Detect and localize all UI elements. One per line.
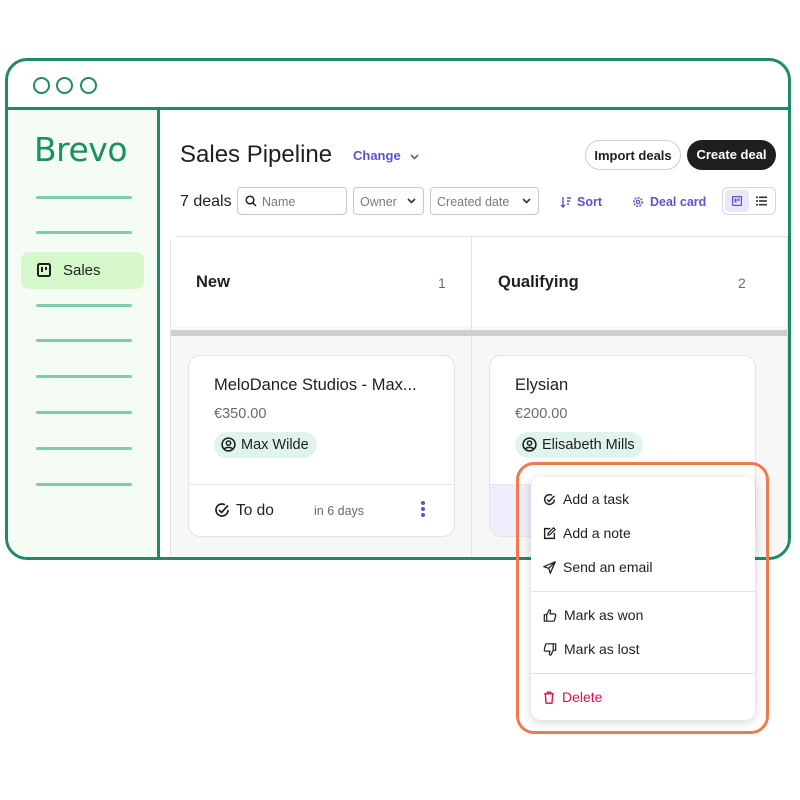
chevron-down-icon (410, 154, 419, 160)
menu-divider (531, 591, 755, 592)
menu-item-label: Send an email (563, 559, 653, 575)
brevo-logo: Brevo (34, 130, 128, 169)
created-date-filter[interactable]: Created date (430, 187, 539, 215)
more-options-icon[interactable] (421, 501, 427, 519)
window-titlebar (8, 61, 788, 110)
view-toggle (722, 187, 776, 215)
menu-divider (531, 673, 755, 674)
board-view-button[interactable] (725, 190, 749, 212)
deal-owner-badge[interactable]: Max Wilde (214, 432, 317, 458)
sidebar-item-label: Sales (63, 262, 101, 279)
trash-icon (544, 691, 554, 704)
column-header: Qualifying 2 (472, 237, 787, 327)
search-input[interactable]: Name (237, 187, 347, 215)
window-control-dot[interactable] (56, 77, 73, 94)
sidebar-placeholder-item[interactable] (36, 447, 132, 450)
owner-filter-label: Owner (360, 195, 397, 209)
thumbs-down-icon (543, 643, 557, 656)
window-control-dot[interactable] (33, 77, 50, 94)
menu-item-label: Mark as won (564, 607, 644, 623)
check-circle-icon (543, 493, 556, 506)
deal-amount: €350.00 (214, 406, 267, 422)
deal-title: MeloDance Studios - Max... (214, 376, 417, 394)
board-view-icon (732, 196, 742, 206)
task-due: in 6 days (314, 504, 365, 518)
column-count: 1 (438, 275, 446, 291)
column-header: New 1 (171, 237, 472, 327)
check-circle-icon (215, 503, 229, 517)
window-control-dot[interactable] (80, 77, 97, 94)
deal-card-label: Deal card (650, 195, 707, 209)
column-title: Qualifying (498, 273, 579, 291)
edit-note-icon (543, 526, 557, 540)
create-deal-button[interactable]: Create deal (687, 140, 776, 170)
menu-item-label: Add a note (563, 525, 631, 541)
menu-item-add-task[interactable]: Add a task (543, 491, 629, 507)
chevron-down-icon (522, 198, 531, 204)
menu-item-mark-lost[interactable]: Mark as lost (543, 641, 639, 657)
user-icon (221, 437, 236, 452)
menu-item-label: Add a task (563, 491, 630, 507)
deal-card-settings-button[interactable]: Deal card (632, 195, 706, 209)
board-icon (37, 263, 51, 277)
sidebar-item-sales[interactable]: Sales (21, 252, 144, 289)
sidebar-placeholder-item[interactable] (36, 375, 132, 378)
sort-button[interactable]: Sort (560, 195, 602, 209)
menu-item-label: Delete (562, 689, 603, 705)
task-status[interactable]: To do (214, 502, 274, 520)
search-placeholder: Name (262, 195, 296, 209)
deal-title: Elysian (515, 376, 569, 394)
sort-label: Sort (577, 195, 602, 209)
menu-item-add-note[interactable]: Add a note (543, 525, 631, 541)
menu-item-mark-won[interactable]: Mark as won (543, 607, 643, 623)
send-icon (543, 561, 556, 574)
menu-item-delete[interactable]: Delete (543, 689, 602, 705)
sidebar-placeholder-item[interactable] (36, 304, 132, 307)
thumbs-up-icon (543, 609, 557, 622)
sidebar-placeholder-item[interactable] (36, 483, 132, 486)
deal-context-menu: Add a task Add a note Send an email Mark… (531, 477, 755, 720)
change-label: Change (353, 148, 401, 163)
sidebar-placeholder-item[interactable] (36, 411, 132, 414)
sidebar-placeholder-item[interactable] (36, 231, 132, 234)
gear-icon (633, 197, 643, 207)
sort-icon (560, 197, 571, 208)
chevron-down-icon (407, 198, 416, 204)
column-divider (471, 327, 472, 557)
deals-count: 7 deals (180, 193, 232, 210)
deal-owner-badge[interactable]: Elisabeth Mills (515, 432, 643, 458)
deal-owner-name: Max Wilde (241, 437, 309, 453)
change-pipeline-button[interactable]: Change (353, 148, 419, 163)
deal-amount: €200.00 (515, 406, 568, 422)
user-icon (522, 437, 537, 452)
menu-item-label: Mark as lost (564, 641, 640, 657)
deal-card-footer: To do in 6 days (189, 484, 454, 536)
list-view-icon[interactable] (756, 196, 767, 206)
owner-filter[interactable]: Owner (353, 187, 424, 215)
search-icon (245, 195, 257, 207)
sidebar: Brevo Sales (8, 110, 160, 557)
created-date-label: Created date (437, 195, 510, 209)
page-title: Sales Pipeline (180, 141, 333, 168)
deal-owner-name: Elisabeth Mills (542, 437, 635, 453)
task-label: To do (236, 502, 274, 519)
import-deals-button[interactable]: Import deals (585, 140, 681, 170)
horizontal-scrollbar[interactable] (171, 330, 787, 336)
column-title: New (196, 273, 230, 291)
column-count: 2 (738, 275, 746, 291)
sidebar-placeholder-item[interactable] (36, 196, 132, 199)
menu-item-send-email[interactable]: Send an email (543, 559, 653, 575)
sidebar-placeholder-item[interactable] (36, 339, 132, 342)
deal-card[interactable]: MeloDance Studios - Max... €350.00 Max W… (188, 355, 455, 537)
